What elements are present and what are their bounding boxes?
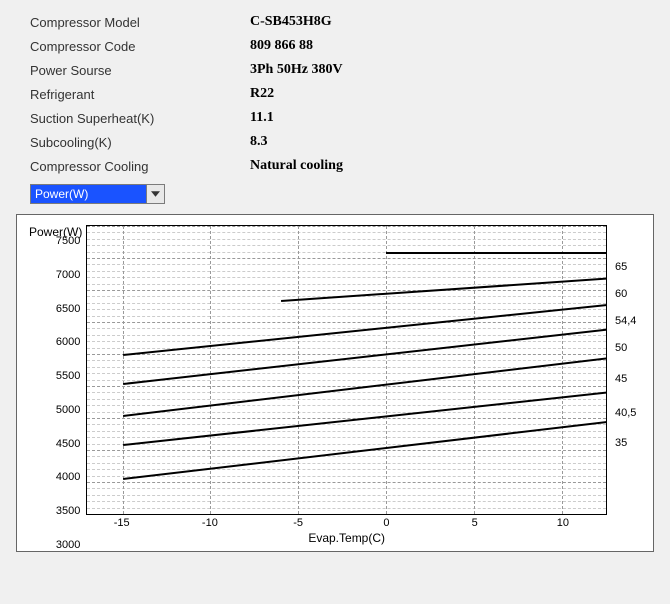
spec-row: Suction Superheat(K)11.1	[30, 106, 660, 130]
spec-value: C-SB453H8G	[250, 14, 332, 30]
metric-dropdown[interactable]: Power(W)	[30, 184, 165, 204]
y-tick: 4000	[56, 471, 80, 483]
y-tick: 3500	[56, 505, 80, 517]
dropdown-button[interactable]	[146, 185, 164, 203]
x-ticks: -15 -10 -5 0 5 10	[86, 515, 607, 531]
spec-table: Compressor ModelC-SB453H8GCompressor Cod…	[30, 10, 660, 178]
spec-value: 11.1	[250, 110, 274, 126]
spec-label: Refrigerant	[30, 87, 250, 102]
spec-label: Compressor Code	[30, 39, 250, 54]
x-tick: -15	[114, 517, 130, 529]
x-tick: -5	[293, 517, 303, 529]
legend-item: 65	[615, 261, 627, 273]
legend: 65 60 54,4 50 45 40,5 35	[611, 240, 647, 545]
legend-item: 35	[615, 437, 627, 449]
spec-label: Compressor Cooling	[30, 159, 250, 174]
spec-row: Compressor ModelC-SB453H8G	[30, 10, 660, 34]
y-tick: 7500	[56, 235, 80, 247]
spec-row: Compressor Code809 866 88	[30, 34, 660, 58]
series-line	[123, 328, 607, 384]
y-ticks: 7500700065006000550050004500400035003000	[42, 241, 82, 545]
x-tick: 0	[383, 517, 389, 529]
spec-value: R22	[250, 86, 274, 102]
y-tick: 5500	[56, 370, 80, 382]
legend-item: 60	[615, 288, 627, 300]
chevron-down-icon	[151, 191, 160, 197]
spec-row: Subcooling(K)8.3	[30, 130, 660, 154]
spec-label: Compressor Model	[30, 15, 250, 30]
spec-value: Natural cooling	[250, 158, 343, 174]
y-tick: 4500	[56, 438, 80, 450]
spec-row: Power Sourse3Ph 50Hz 380V	[30, 58, 660, 82]
plot-area	[86, 225, 607, 515]
dropdown-value: Power(W)	[31, 185, 146, 203]
spec-row: Compressor CoolingNatural cooling	[30, 154, 660, 178]
spec-value: 8.3	[250, 134, 268, 150]
x-tick: 5	[472, 517, 478, 529]
y-tick: 5000	[56, 404, 80, 416]
legend-item: 54,4	[615, 315, 636, 327]
x-axis-label: Evap.Temp(C)	[86, 531, 607, 545]
x-tick: -10	[202, 517, 218, 529]
x-tick: 10	[557, 517, 569, 529]
legend-item: 40,5	[615, 407, 636, 419]
y-tick: 6000	[56, 336, 80, 348]
legend-item: 45	[615, 373, 627, 385]
chart-frame: Power(W) 7500700065006000550050004500400…	[16, 214, 654, 552]
y-tick: 6500	[56, 303, 80, 315]
spec-label: Power Sourse	[30, 63, 250, 78]
spec-value: 809 866 88	[250, 38, 313, 54]
spec-label: Subcooling(K)	[30, 135, 250, 150]
series-line	[386, 252, 606, 254]
spec-value: 3Ph 50Hz 380V	[250, 62, 343, 78]
y-tick: 3000	[56, 539, 80, 551]
spec-row: RefrigerantR22	[30, 82, 660, 106]
y-tick: 7000	[56, 269, 80, 281]
legend-item: 50	[615, 342, 627, 354]
spec-label: Suction Superheat(K)	[30, 111, 250, 126]
